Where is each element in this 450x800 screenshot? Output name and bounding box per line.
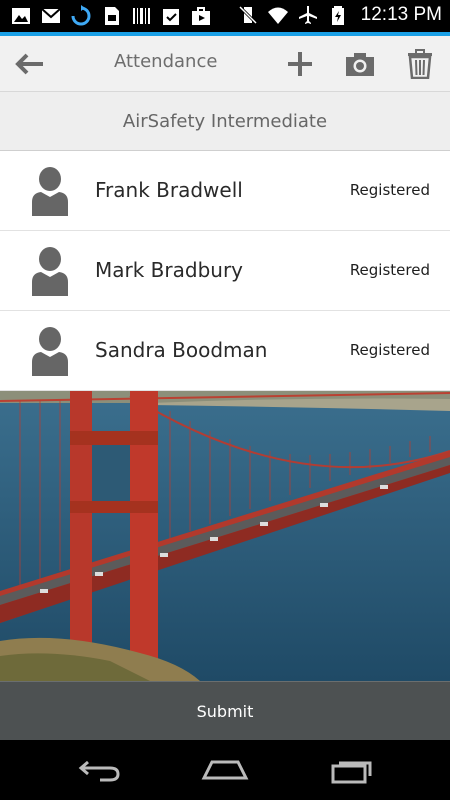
- attendee-name: Sandra Boodman: [95, 338, 268, 362]
- trash-icon: [408, 48, 432, 79]
- course-header: AirSafety Intermediate: [0, 91, 450, 151]
- attendee-name: Mark Bradbury: [95, 258, 243, 282]
- sync-icon: [71, 5, 91, 26]
- nav-recents-button[interactable]: [322, 752, 382, 788]
- submit-label: Submit: [196, 701, 254, 721]
- delete-button[interactable]: [400, 36, 440, 91]
- attendee-list: Frank Bradwell Registered Mark Bradbury …: [0, 151, 450, 391]
- barcode-icon: [133, 8, 150, 24]
- attendee-row[interactable]: Frank Bradwell Registered: [0, 151, 450, 231]
- action-bar: Attendance: [0, 36, 450, 91]
- airplane-icon: [298, 6, 317, 24]
- arrow-left-icon: [15, 53, 43, 74]
- attendee-status: Registered: [349, 181, 430, 199]
- camera-icon: [346, 52, 374, 76]
- nav-back-button[interactable]: [70, 752, 130, 788]
- back-button[interactable]: [10, 36, 50, 91]
- image-icon: [12, 8, 30, 24]
- system-nav-bar: [0, 740, 450, 800]
- gmail-icon: [41, 8, 61, 23]
- battery-charging-icon: [331, 6, 344, 25]
- attendee-row[interactable]: Mark Bradbury Registered: [0, 231, 450, 311]
- nav-home-button[interactable]: [195, 752, 255, 788]
- bridge-illustration: [0, 391, 450, 681]
- course-title: AirSafety Intermediate: [122, 110, 328, 132]
- page-title: Attendance: [114, 51, 218, 72]
- background-photo: [0, 391, 450, 681]
- camera-button[interactable]: [340, 36, 380, 91]
- sd-card-icon: [105, 7, 119, 25]
- attendee-status: Registered: [349, 341, 430, 359]
- attendee-name: Frank Bradwell: [95, 178, 243, 202]
- add-button[interactable]: [280, 36, 320, 91]
- back-icon: [78, 760, 120, 782]
- attendee-status: Registered: [349, 261, 430, 279]
- attendee-row[interactable]: Sandra Boodman Registered: [0, 311, 450, 391]
- person-icon: [32, 327, 68, 376]
- clipboard-check-icon: [163, 9, 179, 25]
- recents-icon: [331, 761, 372, 784]
- status-bar: 12:13 PM: [0, 0, 450, 32]
- vibrate-off-icon: [238, 5, 257, 25]
- plus-icon: [288, 51, 312, 76]
- submit-button[interactable]: Submit: [0, 681, 450, 740]
- person-icon: [32, 247, 68, 296]
- home-icon: [201, 760, 249, 780]
- clock: 12:13 PM: [360, 4, 442, 25]
- person-icon: [32, 167, 68, 216]
- briefcase-play-icon: [192, 7, 210, 25]
- wifi-icon: [267, 7, 288, 24]
